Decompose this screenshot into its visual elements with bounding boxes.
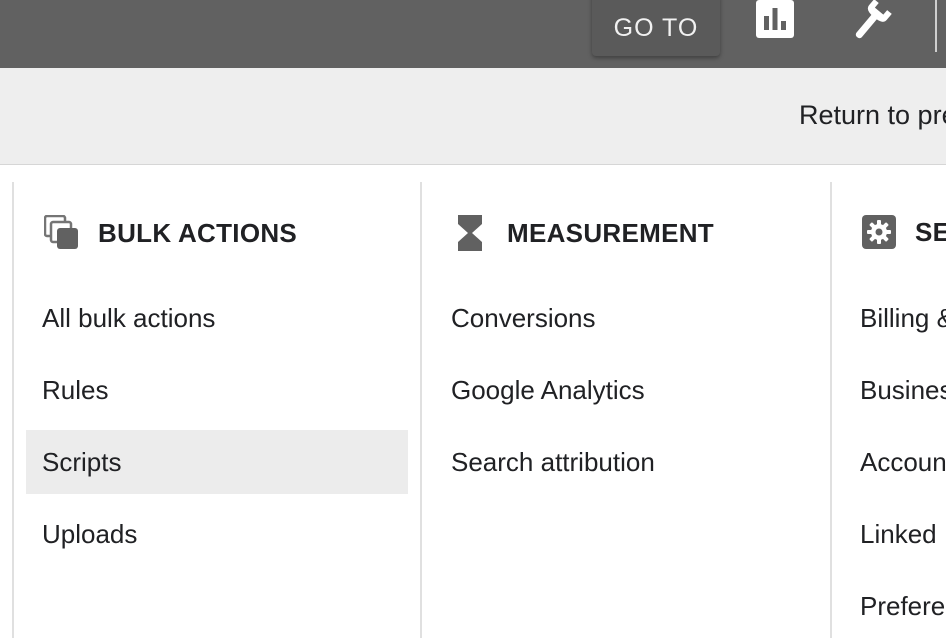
menu-item-search-attribution[interactable]: Search attribution	[435, 430, 817, 494]
wrench-icon	[855, 0, 892, 39]
menu-item-billing[interactable]: Billing &	[844, 286, 946, 350]
column-divider	[12, 182, 14, 638]
menu-item-linked[interactable]: Linked	[844, 502, 946, 566]
bulk-actions-icon	[44, 215, 78, 249]
top-bar: GO TO	[0, 0, 946, 68]
bulk-actions-header: BULK ACTIONS	[44, 215, 297, 251]
menu-item-scripts[interactable]: Scripts	[26, 430, 408, 494]
hourglass-icon	[458, 215, 482, 251]
menu-item-account[interactable]: Accoun	[844, 430, 946, 494]
column-title: MEASUREMENT	[507, 217, 714, 248]
column-title: BULK ACTIONS	[98, 217, 298, 248]
column-title: SE	[915, 216, 946, 247]
column-divider	[420, 182, 422, 638]
setup-header: SE	[862, 215, 946, 249]
column-divider	[830, 182, 832, 638]
measurement-header: MEASUREMENT	[458, 215, 714, 251]
menu-item-google-analytics[interactable]: Google Analytics	[435, 358, 817, 422]
menu-item-uploads[interactable]: Uploads	[26, 502, 408, 566]
menu-item-preferences[interactable]: Prefere	[844, 574, 946, 638]
tools-button[interactable]	[848, 0, 894, 40]
bar-chart-icon	[756, 0, 794, 38]
reports-button[interactable]	[756, 0, 794, 38]
menu-item-business[interactable]: Busines	[844, 358, 946, 422]
menu-item-all-bulk-actions[interactable]: All bulk actions	[26, 286, 408, 350]
toolbar-divider	[935, 0, 937, 52]
return-link[interactable]: Return to pre	[799, 100, 946, 131]
menu-item-rules[interactable]: Rules	[26, 358, 408, 422]
menu-item-conversions[interactable]: Conversions	[435, 286, 817, 350]
settings-gear-icon	[862, 215, 896, 249]
go-to-button[interactable]: GO TO	[592, 0, 720, 56]
